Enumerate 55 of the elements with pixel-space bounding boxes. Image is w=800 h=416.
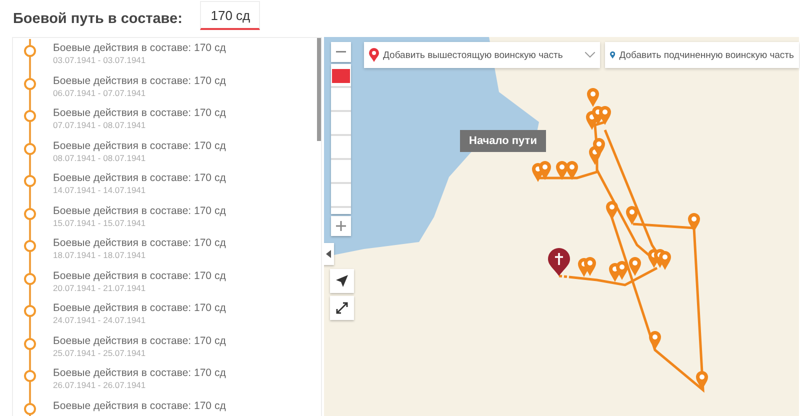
- timeline-node-icon: [24, 45, 36, 57]
- start-tooltip: Начало пути: [460, 130, 546, 152]
- geolocation-button[interactable]: [330, 269, 354, 293]
- event-title[interactable]: Боевые действия в составе: 170 сд: [53, 74, 226, 86]
- event-dates: 06.07.1941 - 07.07.1941: [53, 88, 147, 98]
- timeline-node-icon: [24, 110, 36, 122]
- event-title[interactable]: Боевые действия в составе: 170 сд: [53, 107, 226, 119]
- zoom-out-button[interactable]: [331, 42, 351, 62]
- event-title[interactable]: Боевые действия в составе: 170 сд: [53, 270, 226, 282]
- chevron-down-icon: [585, 52, 595, 58]
- event-dates: 15.07.1941 - 15.07.1941: [53, 218, 147, 228]
- timeline-node-icon: [24, 142, 36, 154]
- event-dates: 07.07.1941 - 08.07.1941: [53, 120, 147, 130]
- caret-left-icon: [326, 250, 330, 258]
- start-marker-icon[interactable]: [548, 248, 570, 276]
- timeline-node-icon: [24, 305, 36, 317]
- zoom-slider[interactable]: [331, 64, 351, 214]
- scrollbar[interactable]: [317, 38, 321, 141]
- event-title[interactable]: Боевые действия в составе: 170 сд: [53, 334, 226, 346]
- event-title[interactable]: Боевые действия в составе: 170 сд: [53, 237, 226, 249]
- event-title[interactable]: Боевые действия в составе: 170 сд: [53, 140, 226, 152]
- event-title[interactable]: Боевые действия в составе: 170 сд: [53, 367, 226, 379]
- plus-icon: [336, 221, 346, 231]
- timeline-node-icon: [24, 78, 36, 90]
- unit-select-field[interactable]: Добавить вышестоящую воинскую часть: [364, 42, 600, 68]
- zoom-in-button[interactable]: [331, 216, 351, 236]
- event-dates: 03.07.1941 - 03.07.1941: [53, 55, 147, 65]
- event-title[interactable]: Боевые действия в составе: 170 сд: [53, 204, 226, 216]
- timeline-node-icon: [24, 240, 36, 252]
- timeline-node-icon: [24, 338, 36, 350]
- page-title: Боевой путь в составе:: [13, 10, 182, 26]
- timeline-node-icon: [24, 175, 36, 187]
- timeline-node-icon: [24, 370, 36, 382]
- event-dates: 26.07.1941 - 26.07.1941: [53, 380, 147, 390]
- event-dates: 18.07.1941 - 18.07.1941: [53, 250, 147, 260]
- fullscreen-button[interactable]: [330, 296, 354, 320]
- minus-icon: [336, 51, 346, 53]
- event-dates: 14.07.1941 - 14.07.1941: [53, 185, 147, 195]
- event-dates: 24.07.1941 - 24.07.1941: [53, 315, 147, 325]
- event-title[interactable]: Боевые действия в составе: 170 сд: [53, 400, 226, 412]
- event-dates: 20.07.1941 - 21.07.1941: [53, 282, 147, 292]
- event-dates: 08.07.1941 - 08.07.1941: [53, 152, 147, 162]
- event-title[interactable]: Боевые действия в составе: 170 сд: [53, 42, 226, 54]
- timeline-node-icon: [24, 402, 36, 414]
- timeline-node-icon: [24, 272, 36, 284]
- event-dates: 25.07.1941 - 25.07.1941: [53, 348, 147, 358]
- arrow-pointer-icon: [336, 275, 348, 287]
- unit-select-field[interactable]: Добавить подчиненную воинскую часть: [605, 42, 799, 68]
- zoom-slider-thumb[interactable]: [332, 69, 350, 84]
- event-title[interactable]: Боевые действия в составе: 170 сд: [53, 172, 226, 184]
- event-title[interactable]: Боевые действия в составе: 170 сд: [53, 302, 226, 314]
- collapse-button[interactable]: [324, 243, 334, 265]
- expand-icon: [336, 302, 348, 314]
- unit-field[interactable]: 170 сд: [200, 1, 260, 30]
- timeline-node-icon: [24, 208, 36, 220]
